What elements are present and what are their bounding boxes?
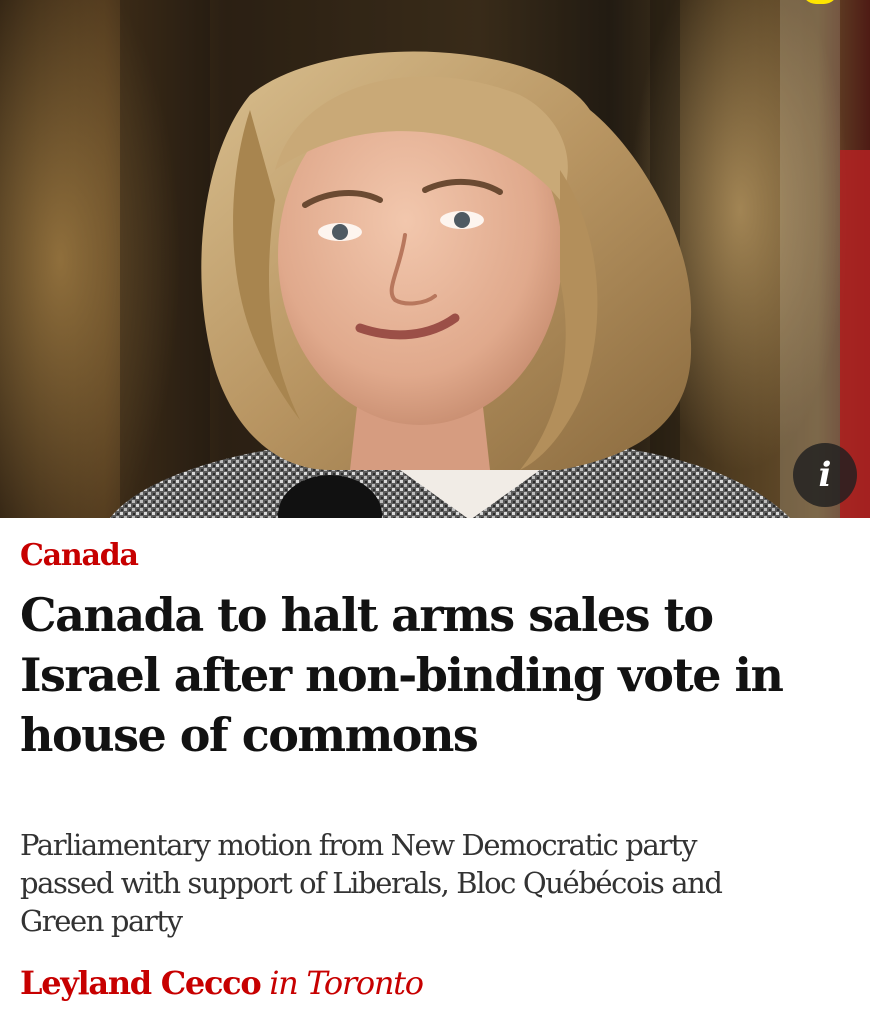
- article-standfirst: Parliamentary motion from New Democratic…: [20, 826, 860, 940]
- standfirst-line: Parliamentary motion from New Democratic…: [20, 828, 697, 862]
- person-photo: [0, 0, 870, 518]
- byline-location: in Toronto: [269, 964, 424, 1002]
- headline-line: house of commons: [20, 708, 479, 762]
- image-info-button[interactable]: i: [793, 443, 857, 507]
- section-link-canada[interactable]: Canada: [20, 538, 139, 573]
- article-page: i Canada Canada to halt arms sales to Is…: [0, 0, 870, 1024]
- hero-image[interactable]: i: [0, 0, 870, 518]
- article-byline: Leyland Cecco in Toronto: [20, 964, 424, 1002]
- article-headline: Canada to halt arms sales to Israel afte…: [20, 585, 860, 765]
- headline-line: Canada to halt arms sales to: [20, 588, 714, 642]
- author-link[interactable]: Leyland Cecco: [20, 964, 262, 1002]
- headline-line: Israel after non-binding vote in: [20, 648, 784, 702]
- info-icon: i: [818, 455, 832, 495]
- standfirst-line: passed with support of Liberals, Bloc Qu…: [20, 866, 723, 900]
- standfirst-line: Green party: [20, 904, 183, 938]
